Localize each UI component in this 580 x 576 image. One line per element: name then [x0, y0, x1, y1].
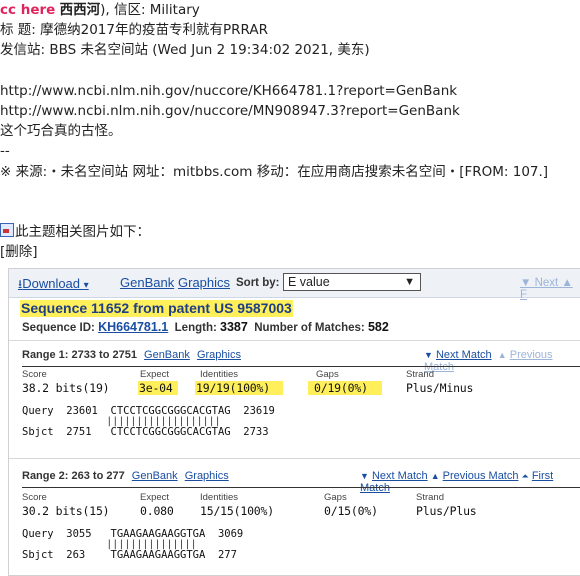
previous-match-link[interactable]: Previous Match: [443, 470, 519, 482]
expect-label: Expect: [140, 492, 170, 503]
range-1-header: Range 1: 2733 to 2751 GenBank Graphics: [22, 349, 241, 361]
score-value: 30.2 bits(15): [22, 504, 110, 518]
chevron-down-icon: ▾: [83, 280, 89, 291]
identities-label: Identities: [200, 492, 239, 503]
identities-label: Identities: [200, 369, 239, 380]
post-header-line: cc here 西西河), 信区: Military: [0, 0, 580, 20]
post-footer: ※ 来源:・未名空间站 网址：mitbbs.com 移动：在应用商店搜索未名空间…: [0, 163, 549, 180]
length-label: Length:: [174, 322, 217, 334]
sequence-id-line: Sequence ID: KH664781.1 Length: 3387 Num…: [22, 320, 389, 334]
attachment-label: 此主题相关图片如下：: [15, 224, 150, 241]
post-title: 标 题: 摩德纳2017年的疫苗专利就有PRRAR: [0, 22, 268, 39]
identities-value: 19/19(100%): [195, 381, 283, 395]
length-value: 3387: [220, 320, 248, 334]
first-match-icon: ⏶: [521, 471, 529, 481]
matches-label: Number of Matches:: [254, 322, 365, 334]
sort-select[interactable]: E value ▼: [283, 273, 421, 291]
triangle-up-icon: ▲: [430, 471, 440, 481]
gaps-value: 0/19(0%): [308, 381, 382, 395]
sort-label: Sort by:: [236, 277, 280, 289]
strand-label: Strand: [406, 369, 434, 380]
image-attachment-icon: [0, 223, 14, 238]
download-button[interactable]: ⭳Download ▾: [18, 275, 89, 296]
expect-value: 3e-04: [138, 381, 178, 395]
matches-value: 582: [367, 320, 389, 334]
link-url-1[interactable]: http://www.ncbi.nlm.nih.gov/nuccore/KH66…: [0, 81, 580, 101]
gaps-value: 0/15(0%): [324, 504, 378, 518]
chevron-down-icon: ▼: [404, 276, 415, 288]
genbank-link[interactable]: GenBank: [120, 275, 174, 290]
triangle-down-icon: ▼: [424, 350, 433, 360]
divider: [9, 458, 580, 459]
range-1-graphics-link[interactable]: Graphics: [197, 349, 241, 361]
score-label: Score: [22, 369, 47, 380]
divider: [9, 340, 580, 341]
sequence-accession-link[interactable]: KH664781.1: [98, 320, 168, 334]
expect-value: 0.080: [140, 504, 174, 518]
range-1-genbank-link[interactable]: GenBank: [144, 349, 190, 361]
triangle-up-icon: ▲: [497, 350, 507, 360]
blast-screenshot: ⭳Download ▾ GenBank Graphics Sort by: E …: [8, 268, 580, 576]
score-value: 38.2 bits(19): [22, 381, 110, 395]
strand-label: Strand: [416, 492, 444, 503]
range-1-nav: ▼ Next Match ▲ Previous Match: [424, 349, 580, 373]
download-label: Download: [22, 276, 81, 291]
site-name: 西西河: [59, 2, 101, 18]
attachment-line: 此主题相关图片如下：: [0, 222, 580, 242]
post-comment: 这个巧合真的古怪。: [0, 123, 122, 140]
seq-id-label: Sequence ID:: [22, 322, 95, 334]
range-1-title: Range 1: 2733 to 2751: [22, 349, 137, 361]
alignment-sbjct-1: Sbjct 2751 CTCCTCGGCGGGCACGTAG 2733: [22, 426, 269, 438]
gaps-label: Gaps: [324, 492, 347, 503]
stats-top-rule: [22, 366, 580, 367]
range-2-graphics-link[interactable]: Graphics: [185, 470, 229, 482]
next-link[interactable]: ▼ Next ▲ F: [520, 277, 580, 301]
link-url-2[interactable]: http://www.ncbi.nlm.nih.gov/nuccore/MN90…: [0, 101, 580, 121]
range-2-nav: ▼ Next Match ▲ Previous Match ⏶ First Ma…: [360, 470, 580, 494]
forum-post: cc here 西西河), 信区: Military 标 题: 摩德纳2017年…: [0, 0, 580, 262]
triangle-down-icon: ▼: [360, 471, 369, 481]
results-toolbar: ⭳Download ▾ GenBank Graphics Sort by: E …: [9, 269, 580, 301]
signature-dashes: --: [0, 143, 10, 160]
strand-value: Plus/Plus: [416, 504, 477, 518]
graphics-link[interactable]: Graphics: [178, 275, 230, 290]
range-2-header: Range 2: 263 to 277 GenBank Graphics: [22, 470, 229, 482]
sequence-title: Sequence 11652 from patent US 9587003: [20, 300, 293, 317]
score-label: Score: [22, 492, 47, 503]
sort-value: E value: [288, 275, 330, 289]
post-site-line: 发信站: BBS 未名空间站 (Wed Jun 2 19:34:02 2021,…: [0, 42, 370, 59]
range-2-title: Range 2: 263 to 277: [22, 470, 125, 482]
strand-value: Plus/Minus: [406, 381, 474, 395]
board-label: ), 信区: Military: [100, 2, 200, 18]
next-match-link[interactable]: Next Match: [372, 470, 428, 482]
stats-top-rule: [22, 487, 580, 488]
gaps-label: Gaps: [316, 369, 339, 380]
alignment-sbjct-2: Sbjct 263 TGAAGAAGAAGGTGA 277: [22, 549, 237, 561]
identities-value: 15/15(100%): [200, 504, 274, 518]
watermark-cc: cc here: [0, 2, 56, 18]
delete-link[interactable]: [删除]: [0, 242, 580, 262]
range-2-genbank-link[interactable]: GenBank: [132, 470, 178, 482]
next-label: ▼ Next: [520, 277, 559, 289]
expect-label: Expect: [140, 369, 170, 380]
next-match-link[interactable]: Next Match: [436, 349, 492, 361]
